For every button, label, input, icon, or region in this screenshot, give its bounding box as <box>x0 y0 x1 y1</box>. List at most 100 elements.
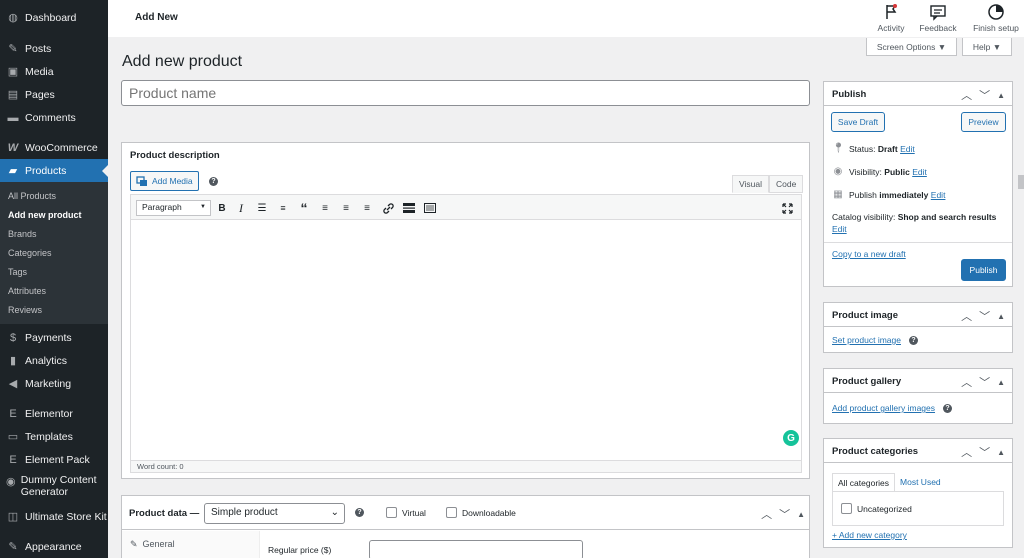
preview-button[interactable]: Preview <box>961 112 1006 132</box>
toolbar-toggle-icon[interactable] <box>422 200 438 216</box>
link-icon[interactable] <box>380 200 396 216</box>
publish-button[interactable]: Publish <box>961 259 1006 281</box>
category-uncategorized[interactable]: Uncategorized <box>841 503 912 514</box>
toggle-panel-icon[interactable]: ▲ <box>997 378 1005 387</box>
align-right-icon[interactable]: ≡ <box>359 200 375 216</box>
screen-options-button[interactable]: Screen Options ▼ <box>866 38 957 56</box>
tab-code[interactable]: Code <box>769 175 804 193</box>
menu-pages[interactable]: ▤ Pages <box>0 83 108 106</box>
add-new-category-link[interactable]: + Add new category <box>832 530 907 540</box>
regular-price-input[interactable] <box>369 540 583 558</box>
finish-setup-button[interactable]: Finish setup <box>970 3 1022 33</box>
save-draft-button[interactable]: Save Draft <box>831 112 885 132</box>
numbered-list-icon[interactable]: ≡ <box>275 200 291 216</box>
menu-dashboard[interactable]: ◍ Dashboard <box>0 6 108 29</box>
publish-heading: Publish <box>832 89 867 100</box>
description-editor[interactable] <box>130 220 802 460</box>
help-icon[interactable]: ? <box>908 335 918 345</box>
toggle-panel-icon[interactable]: ▲ <box>997 91 1005 100</box>
toggle-panel-icon[interactable]: ▲ <box>797 510 805 519</box>
publish-box: Publish ︿ ﹀ ▲ Save Draft Preview 📍︎ Status… <box>823 81 1013 287</box>
edit-status-link[interactable]: Edit <box>900 144 915 154</box>
scrollbar-handle[interactable] <box>1018 175 1024 189</box>
blockquote-icon[interactable]: “ <box>296 200 312 216</box>
menu-woocommerce[interactable]: W WooCommerce <box>0 136 108 159</box>
move-up-icon[interactable]: ︿ <box>961 87 972 103</box>
submenu-categories[interactable]: Categories <box>0 244 108 263</box>
fullscreen-icon[interactable] <box>779 200 795 216</box>
menu-elementor[interactable]: E Elementor <box>0 402 108 425</box>
move-up-icon[interactable]: ︿ <box>761 506 772 522</box>
activity-button[interactable]: Activity <box>871 3 911 33</box>
set-product-image-link[interactable]: Set product image <box>832 335 901 345</box>
feedback-button[interactable]: Feedback <box>916 3 960 33</box>
submenu-all-products[interactable]: All Products <box>0 187 108 206</box>
move-up-icon[interactable]: ︿ <box>961 374 972 390</box>
grammarly-icon[interactable]: G <box>783 430 799 446</box>
product-type-select[interactable]: Simple product ⌄ <box>204 503 345 524</box>
edit-visibility-link[interactable]: Edit <box>912 167 927 177</box>
submenu-tags[interactable]: Tags <box>0 263 108 282</box>
toggle-panel-icon[interactable]: ▲ <box>997 312 1005 321</box>
italic-icon[interactable]: I <box>233 200 249 216</box>
help-icon[interactable]: ? <box>355 508 364 517</box>
read-more-icon[interactable] <box>401 200 417 216</box>
box-controls: ︿ ﹀ ▲ <box>961 444 1005 460</box>
align-left-icon[interactable]: ≡ <box>317 200 333 216</box>
help-button[interactable]: Help ▼ <box>962 38 1012 56</box>
menu-payments[interactable]: $ Payments <box>0 326 108 349</box>
move-up-icon[interactable]: ︿ <box>961 308 972 324</box>
menu-comments[interactable]: ▬ Comments <box>0 106 108 129</box>
pages-icon: ▤ <box>7 89 19 101</box>
submenu-attributes[interactable]: Attributes <box>0 282 108 301</box>
format-select[interactable]: Paragraph <box>136 200 211 216</box>
menu-ultimate-store-kit[interactable]: ◫ Ultimate Store Kit <box>0 505 108 528</box>
tab-all-categories[interactable]: All categories <box>832 473 896 492</box>
menu-products[interactable]: ▰ Products <box>0 159 108 182</box>
move-down-icon[interactable]: ﹀ <box>979 308 990 324</box>
edit-publish-date-link[interactable]: Edit <box>931 190 946 200</box>
submenu-brands[interactable]: Brands <box>0 225 108 244</box>
tab-general[interactable]: ✎ General <box>130 539 175 550</box>
move-down-icon[interactable]: ﹀ <box>979 87 990 103</box>
menu-marketing[interactable]: ◀ Marketing <box>0 372 108 395</box>
move-up-icon[interactable]: ︿ <box>961 444 972 460</box>
category-list: Uncategorized <box>832 491 1004 526</box>
bold-icon[interactable]: B <box>214 200 230 216</box>
move-down-icon[interactable]: ﹀ <box>979 444 990 460</box>
tab-visual[interactable]: Visual <box>732 175 769 193</box>
dummy-content-icon: ◉ <box>6 475 16 488</box>
category-tabs: All categories Most Used <box>832 473 946 492</box>
move-down-icon[interactable]: ﹀ <box>779 506 790 522</box>
box-controls: ︿ ﹀ ▲ <box>961 374 1005 390</box>
menu-posts[interactable]: ✎ Posts <box>0 37 108 60</box>
add-gallery-images-link[interactable]: Add product gallery images <box>832 403 935 413</box>
tab-most-used[interactable]: Most Used <box>895 473 946 492</box>
menu-dummy-content-generator[interactable]: ◉ Dummy Content Generator <box>0 471 108 505</box>
align-center-icon[interactable]: ≡ <box>338 200 354 216</box>
move-down-icon[interactable]: ﹀ <box>979 374 990 390</box>
toggle-panel-icon[interactable]: ▲ <box>997 448 1005 457</box>
menu-appearance[interactable]: ✎ Appearance <box>0 535 108 558</box>
virtual-checkbox[interactable]: Virtual <box>386 507 426 518</box>
add-media-button[interactable]: Add Media <box>130 171 199 191</box>
submenu-add-new-product[interactable]: Add new product <box>0 206 108 225</box>
help-icon[interactable]: ? <box>209 177 218 186</box>
downloadable-checkbox[interactable]: Downloadable <box>446 507 516 518</box>
edit-catalog-visibility-link[interactable]: Edit <box>832 224 847 234</box>
product-name-input[interactable] <box>121 80 810 106</box>
menu-element-pack[interactable]: E Element Pack <box>0 448 108 471</box>
eye-icon: ◉ <box>833 166 843 177</box>
menu-label: Posts <box>25 42 52 55</box>
menu-label: Element Pack <box>25 453 90 466</box>
help-icon[interactable]: ? <box>943 403 953 413</box>
menu-templates[interactable]: ▭ Templates <box>0 425 108 448</box>
copy-to-draft-link[interactable]: Copy to a new draft <box>832 249 906 259</box>
top-header: Add New Activity Feedback Finish setup <box>108 0 1024 37</box>
product-data-heading: Product data — <box>129 508 200 519</box>
bullet-list-icon[interactable]: ☰ <box>254 200 270 216</box>
payments-icon: $ <box>9 331 17 344</box>
menu-media[interactable]: ▣ Media <box>0 60 108 83</box>
menu-analytics[interactable]: ▮ Analytics <box>0 349 108 372</box>
submenu-reviews[interactable]: Reviews <box>0 301 108 320</box>
